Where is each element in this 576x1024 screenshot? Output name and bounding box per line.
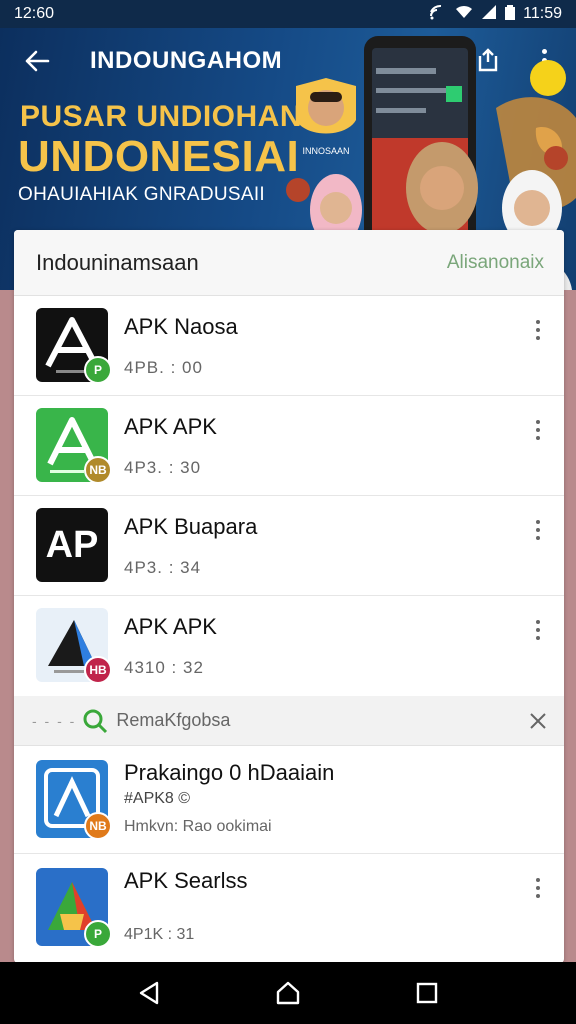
hero-headline-1: PUSAR UNDIOHAN	[20, 100, 303, 133]
section-header: - - - - RemaKfgobsa	[14, 696, 564, 746]
app-badge: P	[84, 356, 112, 384]
app-meta: 4310 : 32	[124, 658, 204, 677]
status-time: 12:60	[14, 5, 55, 22]
system-nav-bar	[0, 962, 576, 1024]
app-meta: 4P1K : 31	[124, 926, 195, 943]
divider-dashes: - - - -	[32, 712, 77, 729]
card-title: Indouninamsaan	[36, 249, 199, 275]
back-arrow-icon	[25, 50, 50, 72]
app-meta: 4P3. : 34	[124, 558, 202, 577]
back-button[interactable]	[22, 46, 52, 76]
nav-home-button[interactable]	[273, 978, 303, 1008]
app-meta: #APK8 ©	[124, 790, 191, 807]
app-icon: AP	[36, 508, 108, 582]
app-name: APK APK	[124, 414, 217, 439]
item-menu-icon[interactable]	[530, 320, 546, 340]
signal-icon	[481, 4, 497, 25]
app-name: APK Naosa	[124, 314, 238, 339]
hero-subline: OHAUIAHIAK GNRADUSAII	[18, 184, 266, 205]
item-menu-icon[interactable]	[530, 520, 546, 540]
app-meta: 4P3. : 30	[124, 458, 202, 477]
item-menu-icon[interactable]	[530, 420, 546, 440]
item-menu-icon[interactable]	[530, 620, 546, 640]
app-badge: NB	[84, 456, 112, 484]
app-list-item[interactable]: HB APK APK 4310 : 32	[14, 596, 564, 696]
app-list-item[interactable]: NB APK APK 4P3. : 30	[14, 396, 564, 496]
home-icon	[276, 981, 300, 1005]
app-meta: 4PB. : 00	[124, 358, 203, 377]
battery-text: 11:59	[523, 5, 562, 22]
app-list-item[interactable]: AP APK Buapara 4P3. : 34	[14, 496, 564, 596]
hero-headline-2: UNDONESIAI	[18, 132, 300, 181]
app-list-item[interactable]: P APK Searlss 4P1K : 31	[14, 854, 564, 962]
cast-icon	[429, 4, 447, 25]
nav-back-button[interactable]	[134, 978, 164, 1008]
recents-square-icon	[416, 982, 437, 1004]
card-header: Indouninamsaan Alisanonaix	[14, 230, 564, 296]
card-action-link[interactable]: Alisanonaix	[447, 252, 544, 274]
hero-badge-text: INNOSAAN	[302, 146, 349, 156]
close-icon[interactable]	[528, 711, 548, 731]
battery-icon	[505, 4, 516, 25]
apps-card: Indouninamsaan Alisanonaix P APK Naosa 4…	[14, 230, 564, 963]
app-name: APK APK	[124, 614, 217, 639]
nav-recents-button[interactable]	[412, 978, 442, 1008]
app-badge: HB	[84, 656, 112, 684]
app-icon-text: AP	[45, 523, 99, 566]
app-meta-secondary: Hmkvn: Rao ookimai	[124, 818, 272, 835]
section-label: RemaKfgobsa	[116, 710, 231, 730]
item-menu-icon[interactable]	[530, 878, 546, 898]
app-name: Prakaingo 0 hDaaiain	[124, 760, 335, 785]
app-badge: P	[84, 920, 112, 948]
app-list-item[interactable]: P APK Naosa 4PB. : 00	[14, 296, 564, 396]
app-badge: NB	[84, 812, 112, 840]
wifi-icon	[455, 4, 473, 25]
app-bar-title: INDOUNGAHOM	[90, 47, 283, 74]
app-list-item[interactable]: NB Prakaingo 0 hDaaiain #APK8 © Hmkvn: R…	[14, 746, 564, 854]
status-bar: 12:60 11:59	[0, 0, 576, 28]
back-triangle-icon	[140, 981, 159, 1005]
search-icon	[83, 709, 108, 733]
app-name: APK Buapara	[124, 514, 258, 539]
app-name: APK Searlss	[124, 868, 248, 893]
